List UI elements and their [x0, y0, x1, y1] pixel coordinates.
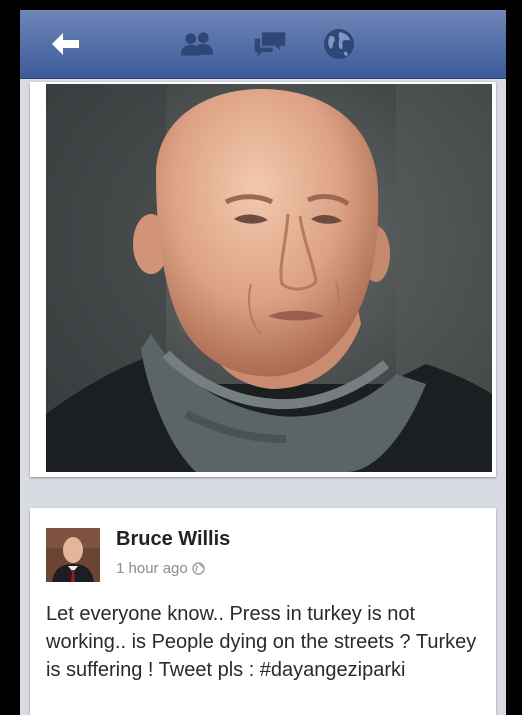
notifications-globe-icon [324, 29, 354, 59]
avatar-image [46, 528, 100, 582]
post-timestamp[interactable]: 1 hour ago [116, 560, 188, 577]
shared-photo-card [30, 82, 496, 477]
bald-man-portrait-photo [46, 84, 492, 472]
author-name[interactable]: Bruce Willis [116, 528, 230, 551]
back-button[interactable] [48, 28, 82, 60]
author-avatar[interactable] [46, 528, 100, 582]
top-navbar [20, 10, 506, 79]
messages-icon [254, 32, 286, 57]
friends-button[interactable] [180, 28, 214, 60]
friends-icon [180, 32, 214, 56]
back-arrow-icon [52, 33, 79, 55]
post-text: Let everyone know.. Press in turkey is n… [46, 603, 477, 681]
status-post: Bruce Willis 1 hour ago Let everyone kno… [30, 508, 496, 715]
app-screen: Bruce Willis 1 hour ago Let everyone kno… [20, 10, 506, 715]
shared-photo[interactable] [46, 84, 492, 472]
messages-button[interactable] [253, 28, 287, 60]
notifications-button[interactable] [322, 28, 356, 60]
post-meta: 1 hour ago [116, 560, 205, 577]
public-globe-icon [192, 562, 205, 575]
